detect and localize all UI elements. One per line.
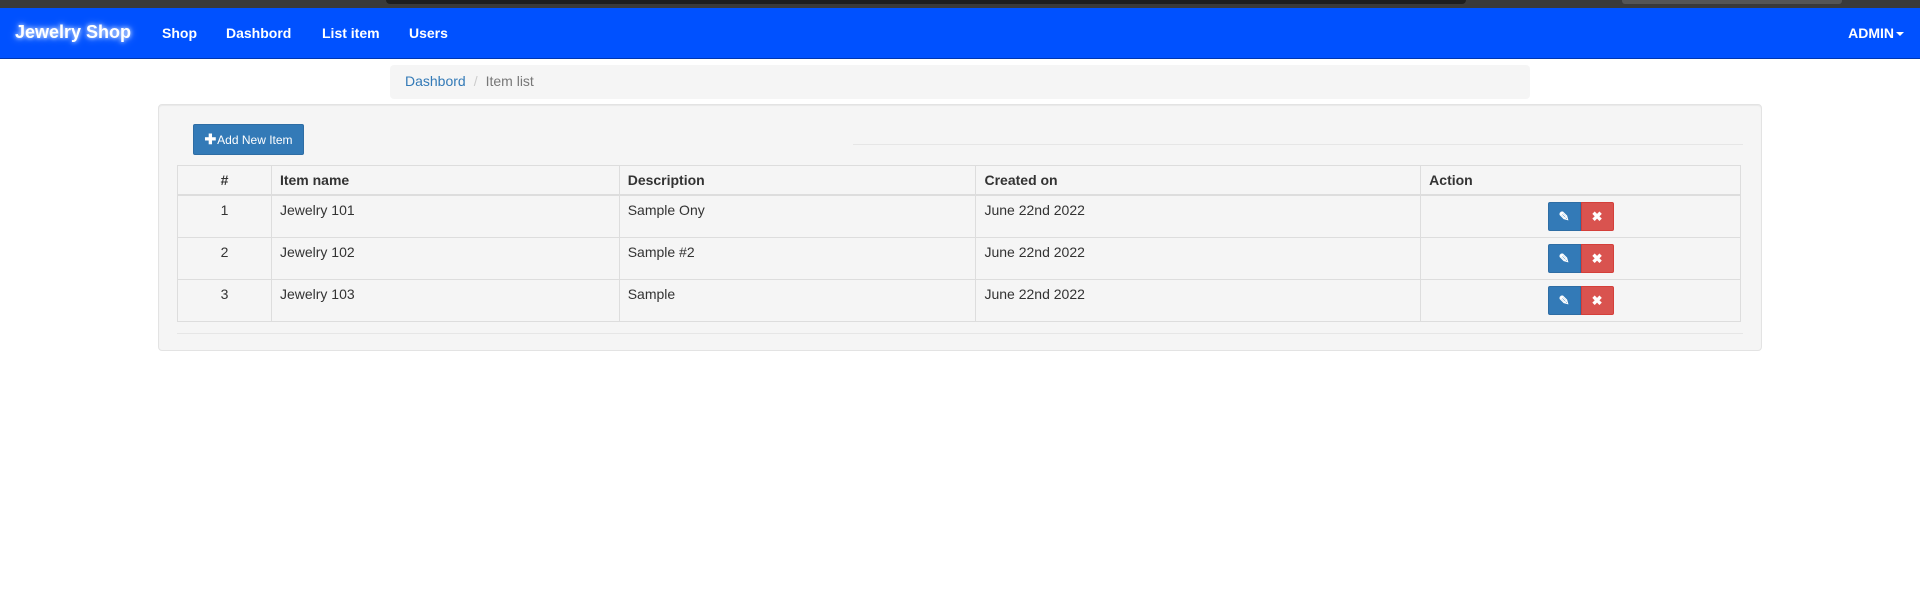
nav-dashboard[interactable]: Dashbord [226, 25, 291, 41]
table-row: 2 Jewelry 102 Sample #2 June 22nd 2022 ✎… [177, 237, 1741, 280]
cell-created-on: June 22nd 2022 [975, 194, 1422, 238]
cell-action: ✎ ✖ [1420, 194, 1741, 238]
nav-list-item[interactable]: List item [322, 25, 380, 41]
navbar: Jewelry Shop Shop Dashbord List item Use… [0, 8, 1920, 59]
cell-item-name: Jewelry 103 [270, 279, 620, 322]
nav-shop[interactable]: Shop [162, 25, 197, 41]
cell-number: 1 [177, 194, 272, 238]
user-menu-toggle[interactable]: ADMIN [1848, 25, 1904, 41]
col-header-created-on: Created on [975, 165, 1422, 196]
add-new-item-label: Add New Item [217, 132, 293, 147]
cell-action: ✎ ✖ [1420, 279, 1741, 322]
action-buttons: ✎ ✖ [1429, 286, 1732, 315]
delete-button[interactable]: ✖ [1580, 202, 1614, 231]
item-list-panel: ✚ Add New Item # Item name Description Cr… [158, 104, 1762, 351]
brand-logo[interactable]: Jewelry Shop [15, 22, 131, 43]
col-header-number: # [177, 165, 272, 196]
divider [853, 144, 1743, 145]
remove-icon: ✖ [1591, 208, 1603, 224]
action-buttons: ✎ ✖ [1429, 202, 1732, 231]
remove-icon: ✖ [1591, 292, 1603, 308]
cell-number: 2 [177, 237, 272, 280]
cell-number: 3 [177, 279, 272, 322]
delete-button[interactable]: ✖ [1580, 286, 1614, 315]
col-header-item-name: Item name [270, 165, 620, 196]
nav-users[interactable]: Users [409, 25, 448, 41]
user-menu-label: ADMIN [1848, 25, 1894, 41]
cell-description: Sample #2 [618, 237, 977, 280]
browser-address-area [1622, 0, 1842, 4]
delete-button[interactable]: ✖ [1580, 244, 1614, 273]
remove-icon: ✖ [1591, 250, 1603, 266]
edit-button[interactable]: ✎ [1547, 286, 1581, 315]
edit-button[interactable]: ✎ [1547, 202, 1581, 231]
table-row: 1 Jewelry 101 Sample Ony June 22nd 2022 … [177, 194, 1741, 238]
breadcrumb-separator: / [473, 73, 478, 89]
col-header-description: Description [618, 165, 977, 196]
edit-button[interactable]: ✎ [1547, 244, 1581, 273]
cell-description: Sample [618, 279, 977, 322]
cell-action: ✎ ✖ [1420, 237, 1741, 280]
pencil-icon: ✎ [1558, 292, 1570, 308]
pencil-icon: ✎ [1558, 250, 1570, 266]
breadcrumb: Dashbord / Item list [390, 65, 1530, 99]
cell-created-on: June 22nd 2022 [975, 279, 1422, 322]
items-table: # Item name Description Created on Actio… [177, 165, 1741, 322]
pencil-icon: ✎ [1558, 208, 1570, 224]
cell-description: Sample Ony [618, 194, 977, 238]
cell-created-on: June 22nd 2022 [975, 237, 1422, 280]
col-header-action: Action [1420, 165, 1741, 196]
action-buttons: ✎ ✖ [1429, 244, 1732, 273]
add-new-item-button[interactable]: ✚ Add New Item [193, 124, 304, 155]
cell-item-name: Jewelry 101 [270, 194, 620, 238]
plus-icon: ✚ [204, 131, 217, 147]
breadcrumb-dashboard-link[interactable]: Dashbord [405, 73, 466, 89]
browser-top-strip [0, 0, 1920, 8]
table-header-row: # Item name Description Created on Actio… [177, 165, 1741, 196]
breadcrumb-current: Item list [485, 73, 534, 89]
table-row: 3 Jewelry 103 Sample June 22nd 2022 ✎ ✖ [177, 279, 1741, 322]
cell-item-name: Jewelry 102 [270, 237, 620, 280]
divider [177, 333, 1743, 334]
caret-down-icon [1896, 32, 1904, 37]
browser-tab-bar [386, 0, 1466, 4]
